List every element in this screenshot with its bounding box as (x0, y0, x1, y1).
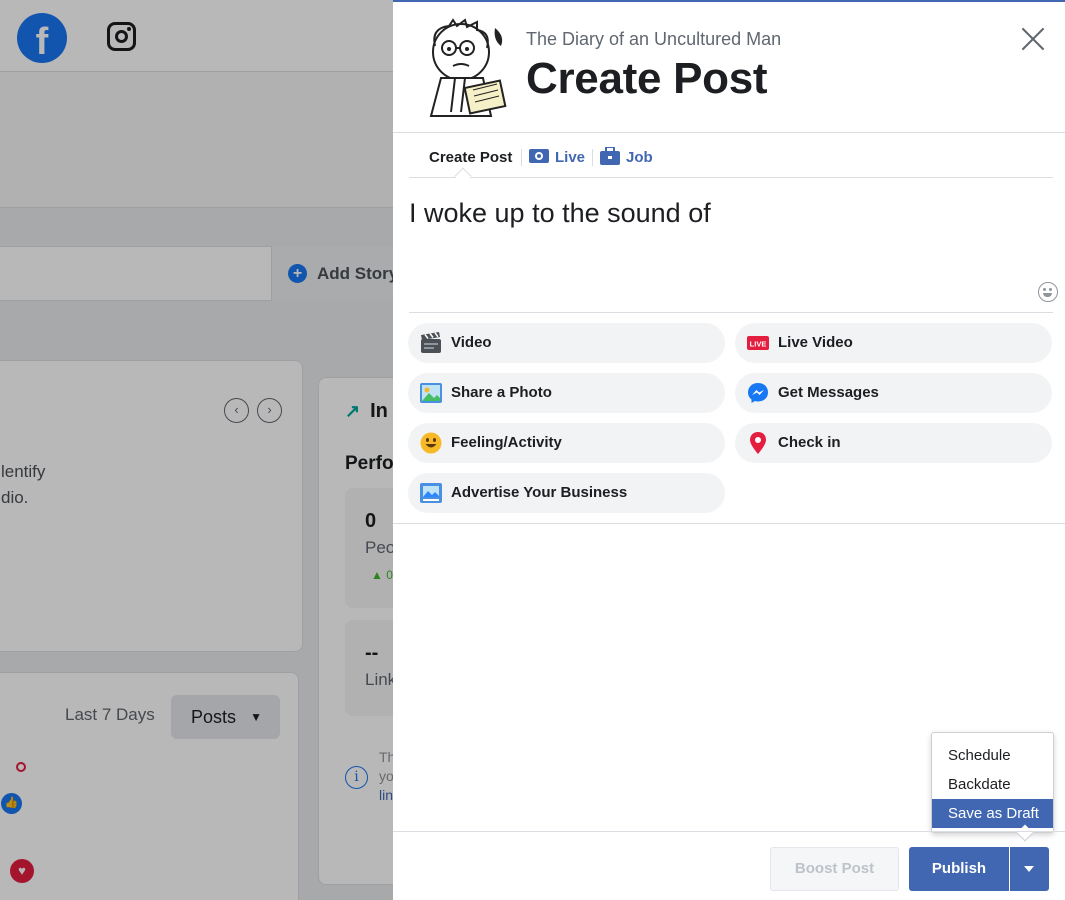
share-photo-action-button[interactable]: Share a Photo (408, 373, 725, 413)
boost-post-button[interactable]: Boost Post (770, 847, 899, 891)
publish-options-menu: Schedule Backdate Save as Draft (931, 732, 1054, 842)
create-post-panel: The Diary of an Uncultured Man Create Po… (393, 0, 1065, 900)
location-pin-icon (750, 432, 766, 454)
post-composer-input[interactable]: I woke up to the sound of (409, 198, 1039, 229)
modal-backdrop[interactable] (0, 0, 393, 900)
get-messages-action-button[interactable]: Get Messages (735, 373, 1052, 413)
live-video-action-button[interactable]: LIVE Live Video (735, 323, 1052, 363)
page-title: Create Post (526, 54, 768, 103)
tab-create-post[interactable]: Create Post (429, 141, 512, 177)
page-name: The Diary of an Uncultured Man (526, 29, 782, 49)
tab-live[interactable]: Live (529, 141, 585, 177)
panel-header: The Diary of an Uncultured Man Create Po… (393, 2, 1065, 133)
messenger-icon (748, 383, 768, 403)
video-action-button[interactable]: Video (408, 323, 725, 363)
feeling-activity-action-button[interactable]: Feeling/Activity (408, 423, 725, 463)
svg-text:LIVE: LIVE (750, 340, 767, 349)
check-in-action-button[interactable]: Check in (735, 423, 1052, 463)
emoji-icon[interactable] (1038, 282, 1058, 302)
photo-icon (420, 383, 442, 403)
clapperboard-icon (421, 332, 441, 353)
footer-divider (393, 831, 1065, 832)
advertise-business-action-button[interactable]: Advertise Your Business (408, 473, 725, 513)
divider (409, 312, 1053, 313)
divider (393, 523, 1065, 524)
menu-item-save-as-draft[interactable]: Save as Draft (932, 799, 1053, 828)
post-type-tabs: Create Post Live Job (409, 141, 1053, 185)
tab-job[interactable]: Job (600, 141, 653, 177)
live-camera-icon (529, 149, 549, 164)
publish-button[interactable]: Publish (909, 847, 1009, 891)
publish-options-caret-icon[interactable] (1010, 847, 1049, 891)
live-badge-icon: LIVE (747, 336, 769, 350)
menu-item-backdate[interactable]: Backdate (932, 770, 1053, 799)
briefcase-icon (600, 147, 620, 166)
menu-item-schedule[interactable]: Schedule (932, 741, 1053, 770)
page-avatar (429, 18, 507, 117)
smiley-icon (420, 432, 442, 454)
advertise-icon (420, 483, 442, 503)
close-icon[interactable] (1019, 25, 1047, 53)
background-page: f + Add Story ‹ › lentify dio. ↗ In Perfo… (0, 0, 393, 900)
